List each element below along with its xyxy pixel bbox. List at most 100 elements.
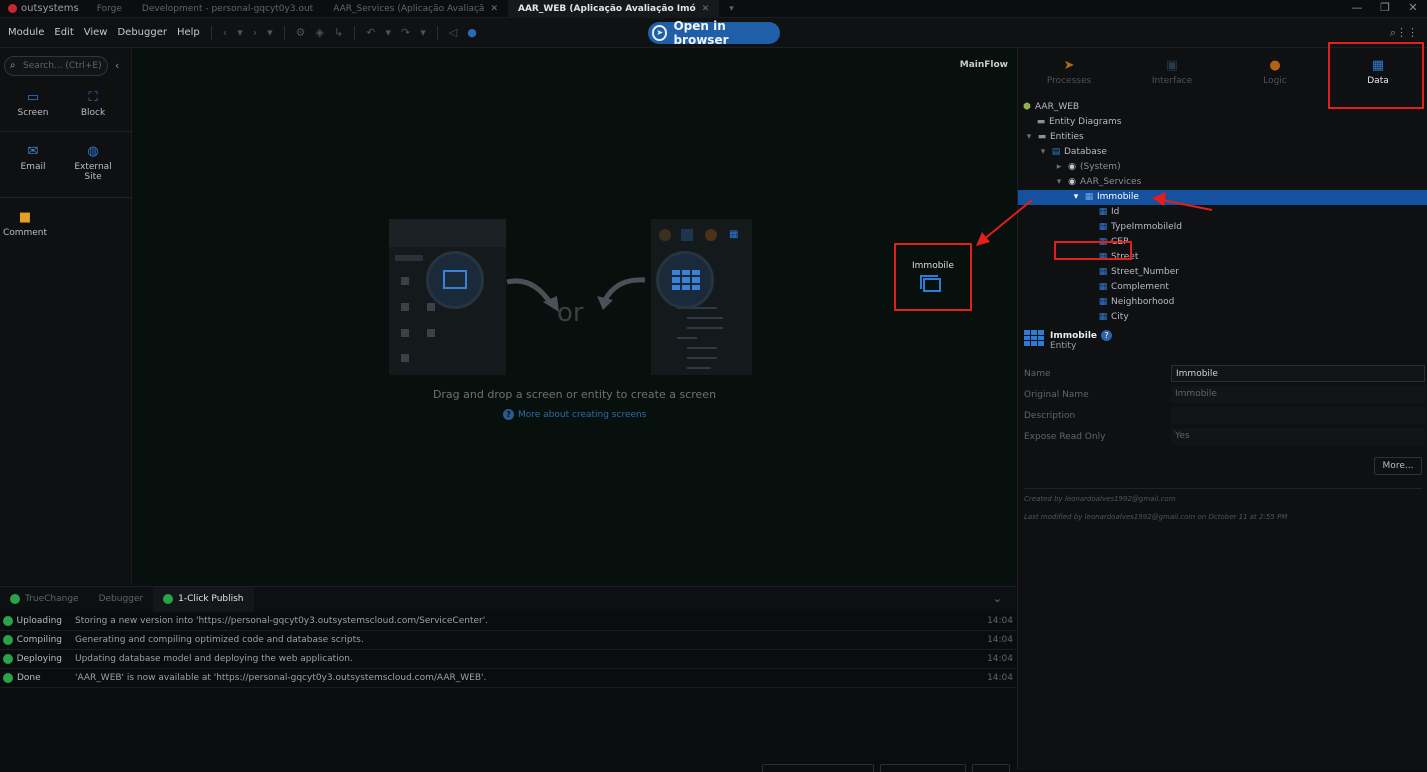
- tool-label: Comment: [2, 228, 48, 238]
- open-in-browser-label: Open in browser: [673, 19, 729, 47]
- menu-edit[interactable]: Edit: [49, 27, 78, 38]
- globe-icon: ◍: [87, 144, 99, 159]
- toolbar-separator: [283, 25, 285, 40]
- bottom-action-button[interactable]: [972, 764, 1010, 772]
- chevron-down-icon[interactable]: ▾: [1054, 175, 1064, 190]
- search-placeholder: Search... (Ctrl+E): [23, 61, 102, 71]
- menu-debugger[interactable]: Debugger: [112, 27, 172, 38]
- tree-attribute[interactable]: ▦ Complement: [1098, 280, 1169, 295]
- tree-attribute[interactable]: ▦ Neighborhood: [1098, 295, 1175, 310]
- tab-aar-web[interactable]: AAR_WEB (Aplicação Avaliação Imó ✕: [508, 0, 720, 18]
- forward-icon[interactable]: ›: [248, 26, 262, 39]
- tab-debugger[interactable]: Debugger: [89, 587, 154, 612]
- tab-overflow-button[interactable]: ▾: [719, 0, 744, 18]
- folder-icon: ▬: [1037, 132, 1047, 142]
- tool-label: Block: [80, 108, 106, 118]
- dragged-entity-label: Immobile: [912, 261, 954, 271]
- bottom-action-button[interactable]: [880, 764, 966, 772]
- minimize-button[interactable]: —: [1343, 0, 1371, 18]
- tree-entities[interactable]: ▾ ▬ Entities: [1024, 130, 1084, 145]
- tab-1-click-publish[interactable]: 1-Click Publish: [153, 586, 254, 612]
- close-tab-icon[interactable]: ✕: [490, 4, 498, 14]
- undo-icon[interactable]: ↶: [361, 26, 380, 39]
- reference-icon: ◉: [1068, 177, 1076, 187]
- tree-attribute[interactable]: ▦ Street_Number: [1098, 265, 1179, 280]
- chevron-down-icon[interactable]: ▾: [1071, 190, 1081, 205]
- tab-logic[interactable]: ● Logic: [1224, 48, 1326, 96]
- help-icon[interactable]: ?: [1101, 330, 1113, 341]
- tool-email[interactable]: ✉ Email: [0, 144, 66, 172]
- screen-icon: ▭: [26, 90, 40, 105]
- tool-external-site[interactable]: ◍ External Site: [60, 144, 126, 182]
- tab-aar-services[interactable]: AAR_Services (Aplicação Avaliaçã ✕: [323, 0, 508, 18]
- chevron-down-icon[interactable]: ▾: [1038, 145, 1048, 160]
- restore-button[interactable]: ❐: [1371, 0, 1399, 18]
- canvas-hint-text: Drag and drop a screen or entity to crea…: [432, 388, 717, 401]
- tool-block[interactable]: ⛶ Block: [60, 90, 126, 118]
- help-icon[interactable]: ●: [462, 26, 482, 39]
- tool-label: External Site: [74, 162, 112, 182]
- logic-icon: ●: [1269, 58, 1281, 73]
- tree-attribute[interactable]: ▦ TypeImmobileId: [1098, 220, 1182, 235]
- close-window-button[interactable]: ✕: [1399, 0, 1427, 18]
- attribute-icon: ▦: [1098, 222, 1108, 232]
- tab-interface[interactable]: ▣ Interface: [1121, 48, 1223, 96]
- tab-truechange[interactable]: TrueChange: [0, 587, 89, 612]
- toolbar-separator: [354, 25, 356, 40]
- log-row: Done 'AAR_WEB' is now available at 'http…: [0, 669, 1016, 688]
- reference-icon: ◉: [1068, 162, 1076, 172]
- close-tab-icon[interactable]: ✕: [702, 4, 710, 14]
- chevron-down-icon[interactable]: ▾: [380, 26, 396, 39]
- more-button[interactable]: More...: [1374, 457, 1422, 475]
- tree-root[interactable]: ⬢ AAR_WEB: [1022, 100, 1079, 115]
- bottom-action-button[interactable]: [762, 764, 874, 772]
- menu-view[interactable]: View: [79, 27, 113, 38]
- settings-icon[interactable]: ⚙: [291, 26, 311, 39]
- description-field[interactable]: [1171, 407, 1425, 424]
- immobile-highlight: [1054, 241, 1132, 260]
- step-icon[interactable]: ↳: [329, 26, 348, 39]
- debug-icon[interactable]: ◈: [311, 26, 329, 39]
- tab-development[interactable]: Development - personal-gqcyt0y3.out: [132, 0, 323, 18]
- chevron-down-icon[interactable]: ▾: [1024, 130, 1034, 145]
- flow-canvas[interactable]: MainFlow ▦ or Drag and drop a screen or …: [133, 48, 1016, 585]
- open-in-browser-button[interactable]: ➤ Open in browser: [648, 19, 780, 47]
- screen-list-icon: [920, 275, 941, 292]
- tree-attribute[interactable]: ▦ Id: [1098, 205, 1120, 220]
- chevron-down-icon[interactable]: ⌄: [993, 592, 1002, 605]
- toolbox-search-input[interactable]: ⌕ Search... (Ctrl+E): [4, 56, 108, 76]
- data-tree: ⬢ AAR_WEB ▬ Entity Diagrams ▾ ▬ Entities…: [1018, 100, 1427, 322]
- tree-aar-services[interactable]: ▾ ◉ AAR_Services: [1054, 175, 1142, 190]
- chevron-right-icon[interactable]: ▸: [1054, 160, 1064, 175]
- collapse-panel-icon[interactable]: ‹: [115, 59, 119, 72]
- menu-help[interactable]: Help: [172, 27, 205, 38]
- logo-text: outsystems: [21, 3, 79, 14]
- chevron-down-icon[interactable]: ▾: [262, 26, 278, 39]
- menu-module[interactable]: Module: [3, 27, 49, 38]
- tree-database[interactable]: ▾ ▤ Database: [1038, 145, 1107, 160]
- data-tab-highlight: [1328, 42, 1424, 109]
- name-field[interactable]: Immobile: [1171, 365, 1425, 382]
- dragged-entity-highlight: Immobile: [894, 243, 972, 311]
- announce-icon[interactable]: ◁: [444, 26, 462, 39]
- tool-screen[interactable]: ▭ Screen: [0, 90, 66, 118]
- chevron-down-icon[interactable]: ▾: [415, 26, 431, 39]
- check-icon: [3, 654, 13, 664]
- tab-processes[interactable]: ➤ Processes: [1018, 48, 1120, 96]
- comment-icon: ■: [18, 210, 32, 225]
- tree-entity-diagrams[interactable]: ▬ Entity Diagrams: [1036, 115, 1122, 130]
- more-about-screens-link[interactable]: ? More about creating screens: [503, 409, 646, 420]
- bottom-panel-tabs: TrueChange Debugger 1-Click Publish ⌄: [0, 586, 1016, 612]
- prop-row-expose-read-only: Expose Read Only Yes: [1018, 427, 1427, 446]
- tree-attribute[interactable]: ▦ City: [1098, 310, 1129, 325]
- apps-grid-icon[interactable]: ⋮⋮: [1391, 26, 1423, 39]
- tool-comment[interactable]: ■ Comment: [0, 210, 58, 238]
- chevron-down-icon[interactable]: ▾: [232, 26, 248, 39]
- tree-immobile-selected[interactable]: ▾ ▦ Immobile: [1018, 190, 1427, 205]
- tree-system[interactable]: ▸ ◉ (System): [1054, 160, 1121, 175]
- back-icon[interactable]: ‹: [218, 26, 232, 39]
- redo-icon[interactable]: ↷: [396, 26, 415, 39]
- attribute-icon: ▦: [1098, 312, 1108, 322]
- tab-forge[interactable]: Forge: [87, 0, 132, 18]
- outsystems-logo-icon: [8, 4, 17, 13]
